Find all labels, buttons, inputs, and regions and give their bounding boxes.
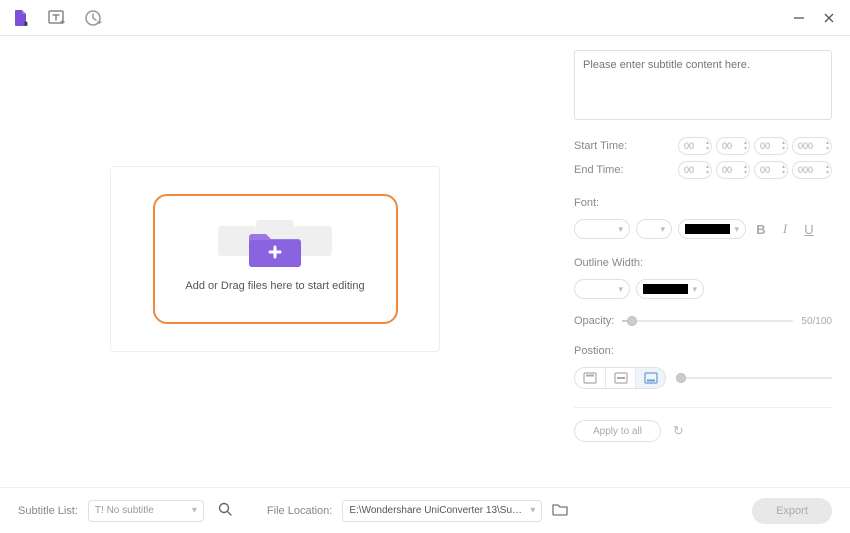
position-slider[interactable] xyxy=(676,377,832,379)
start-min-input[interactable]: 00▴▾ xyxy=(716,137,750,155)
opacity-slider[interactable] xyxy=(622,320,793,322)
topbar-left xyxy=(10,7,104,29)
divider xyxy=(574,407,832,408)
opacity-thumb[interactable] xyxy=(627,316,637,326)
add-file-icon[interactable] xyxy=(10,7,32,29)
font-family-select[interactable] xyxy=(574,219,630,239)
start-ms-input[interactable]: 000▴▾ xyxy=(792,137,832,155)
outline-color-select[interactable] xyxy=(636,279,704,299)
opacity-label: Opacity: xyxy=(574,315,614,327)
font-row: B I U xyxy=(574,219,832,239)
font-label: Font: xyxy=(574,197,832,209)
position-bottom-button[interactable] xyxy=(635,368,665,388)
subtitle-textarea[interactable] xyxy=(574,50,832,120)
end-time-label: End Time: xyxy=(574,164,664,176)
position-thumb[interactable] xyxy=(676,373,686,383)
open-folder-icon[interactable] xyxy=(552,502,568,519)
end-min-input[interactable]: 00▴▾ xyxy=(716,161,750,179)
start-sec-input[interactable]: 00▴▾ xyxy=(754,137,788,155)
outline-row xyxy=(574,279,832,299)
outline-width-select[interactable] xyxy=(574,279,630,299)
window-controls xyxy=(788,7,840,29)
start-time-row: Start Time: 00▴▾ 00▴▾ 00▴▾ 000▴▾ xyxy=(574,137,832,155)
folder-plus-icon xyxy=(248,226,302,268)
bold-button[interactable]: B xyxy=(752,220,770,238)
dropzone[interactable]: Add or Drag files here to start editing xyxy=(153,194,398,324)
refresh-icon[interactable]: ↻ xyxy=(673,423,684,439)
add-text-icon[interactable] xyxy=(46,7,68,29)
start-time-label: Start Time: xyxy=(574,140,664,152)
position-row xyxy=(574,367,832,389)
end-time-row: End Time: 00▴▾ 00▴▾ 00▴▾ 000▴▾ xyxy=(574,161,832,179)
position-middle-button[interactable] xyxy=(605,368,635,388)
font-size-select[interactable] xyxy=(636,219,672,239)
search-icon[interactable] xyxy=(218,502,233,520)
close-button[interactable] xyxy=(818,7,840,29)
dropzone-text: Add or Drag files here to start editing xyxy=(185,280,364,292)
end-hour-input[interactable]: 00▴▾ xyxy=(678,161,712,179)
subtitle-list-select[interactable]: T! No subtitle xyxy=(88,500,204,522)
position-top-button[interactable] xyxy=(575,368,605,388)
italic-button[interactable]: I xyxy=(776,220,794,238)
opacity-row: Opacity: 50/100 xyxy=(574,315,832,327)
main-area: Add or Drag files here to start editing … xyxy=(0,36,850,486)
end-ms-input[interactable]: 000▴▾ xyxy=(792,161,832,179)
file-location-select[interactable]: E:\Wondershare UniConverter 13\SubEd xyxy=(342,500,542,522)
outline-label: Outline Width: xyxy=(574,257,832,269)
position-group xyxy=(574,367,666,389)
opacity-value: 50/100 xyxy=(801,316,832,327)
settings-panel: Start Time: 00▴▾ 00▴▾ 00▴▾ 000▴▾ End Tim… xyxy=(560,36,850,486)
file-location-label: File Location: xyxy=(267,505,332,517)
apply-row: Apply to all ↻ xyxy=(574,420,832,442)
position-label: Postion: xyxy=(574,345,832,357)
subtitle-list-label: Subtitle List: xyxy=(18,505,78,517)
export-button[interactable]: Export xyxy=(752,498,832,524)
bottom-bar: Subtitle List: T! No subtitle File Locat… xyxy=(0,487,850,533)
apply-to-all-button[interactable]: Apply to all xyxy=(574,420,661,442)
history-icon[interactable] xyxy=(82,7,104,29)
topbar xyxy=(0,0,850,36)
end-sec-input[interactable]: 00▴▾ xyxy=(754,161,788,179)
preview-panel: Add or Drag files here to start editing xyxy=(0,36,560,486)
start-hour-input[interactable]: 00▴▾ xyxy=(678,137,712,155)
underline-button[interactable]: U xyxy=(800,220,818,238)
dropzone-outer: Add or Drag files here to start editing xyxy=(110,166,440,352)
minimize-button[interactable] xyxy=(788,7,810,29)
font-color-select[interactable] xyxy=(678,219,746,239)
